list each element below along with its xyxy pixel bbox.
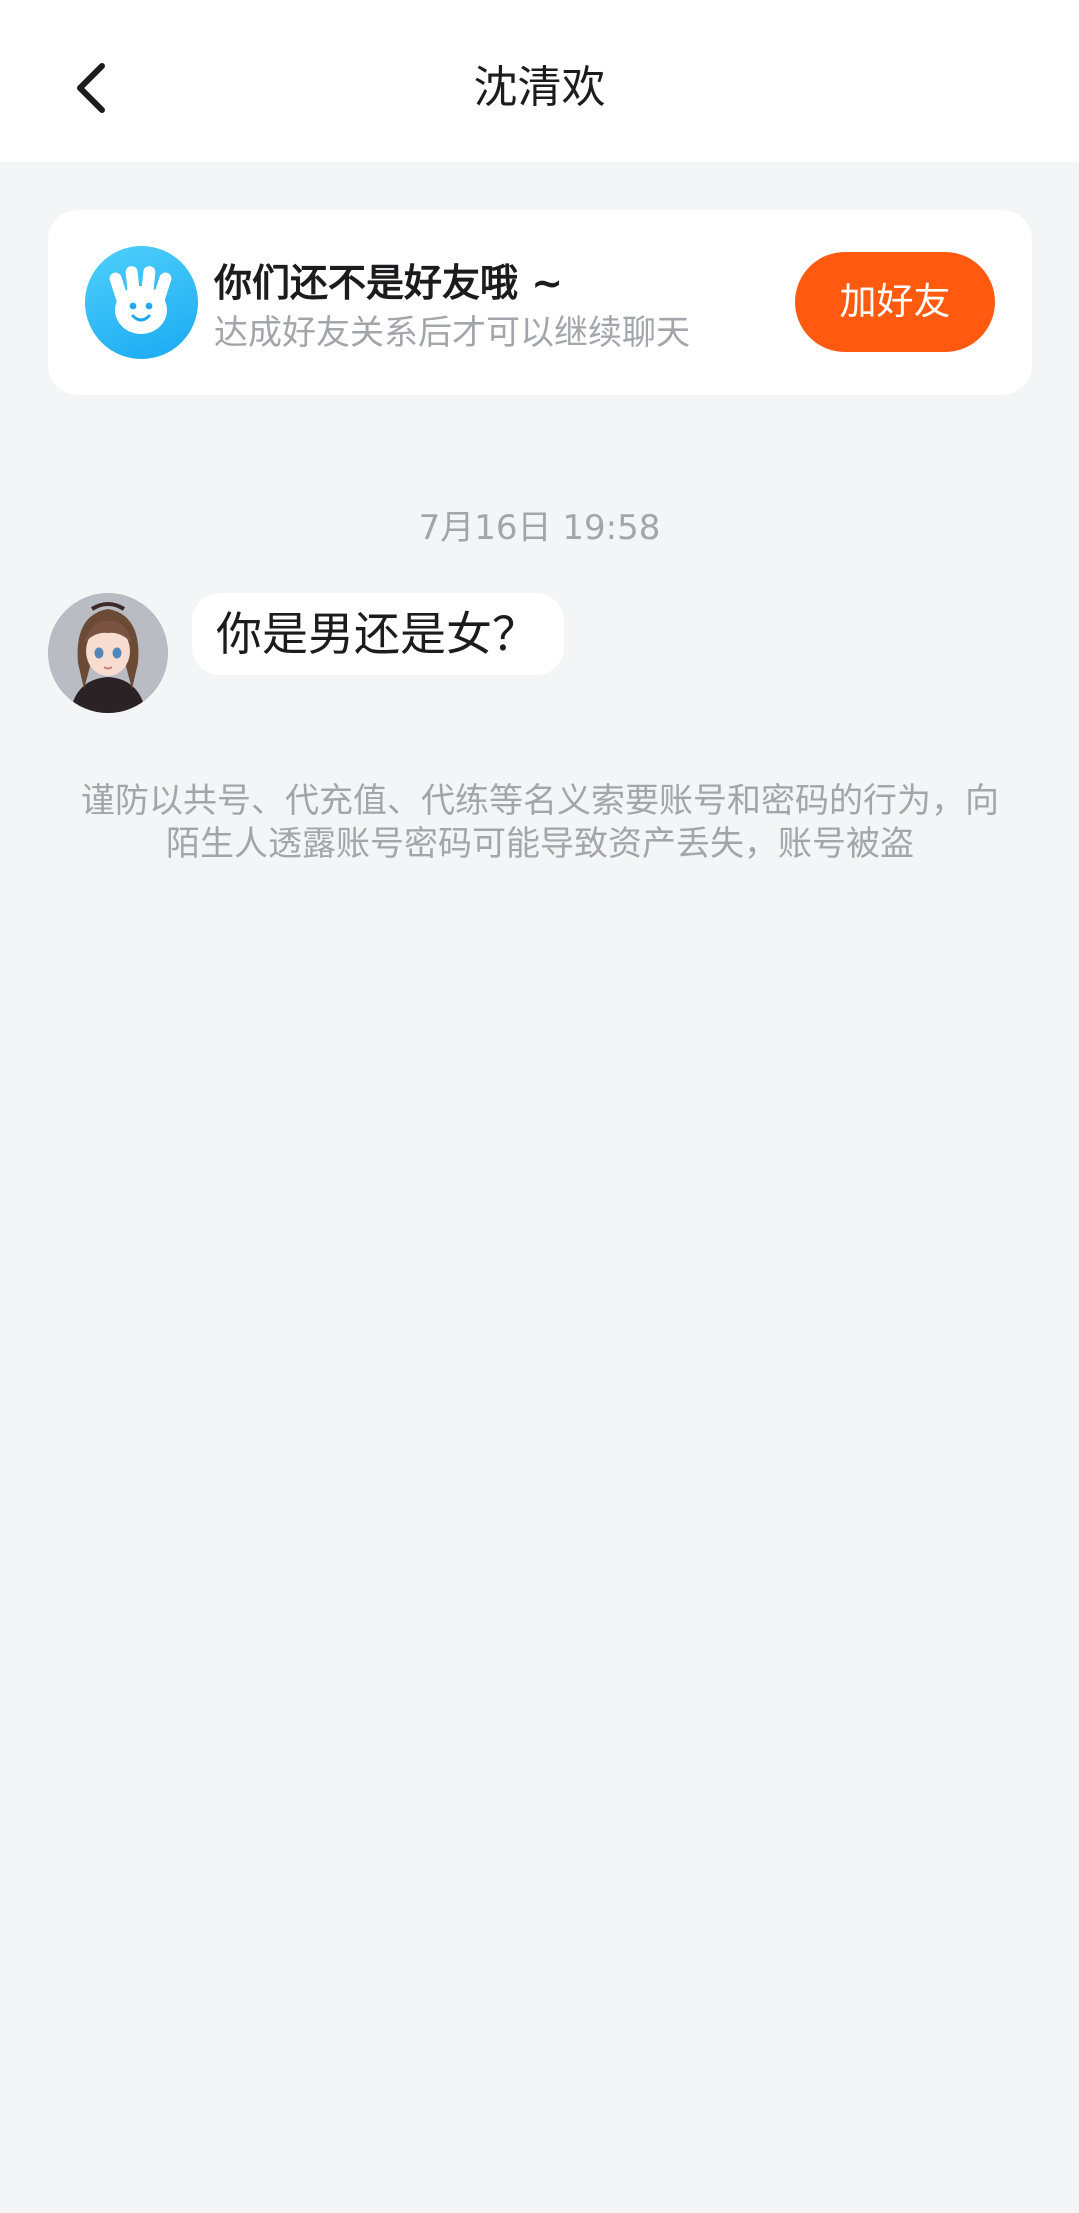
add-friend-button[interactable]: 加好友 <box>795 252 995 352</box>
page-title: 沈清欢 <box>473 62 606 113</box>
card-title: 你们还不是好友哦 ~ <box>214 261 564 305</box>
card-subtitle: 达成好友关系后才可以继续聊天 <box>214 313 690 353</box>
message-timestamp: 7月16日 19:58 <box>418 508 661 548</box>
not-friends-card: 你们还不是好友哦 ~ 达成好友关系后才可以继续聊天 加好友 <box>48 210 1032 395</box>
message-bubble[interactable]: 你是男还是女？ <box>192 593 564 675</box>
waving-hand-icon <box>85 246 198 359</box>
avatar[interactable] <box>48 593 168 713</box>
safety-notice: 谨防以共号、代充值、代练等名义索要账号和密码的行为，向陌生人透露账号密码可能导致… <box>81 781 999 864</box>
top-nav-bar: 沈清欢 <box>0 0 1079 162</box>
